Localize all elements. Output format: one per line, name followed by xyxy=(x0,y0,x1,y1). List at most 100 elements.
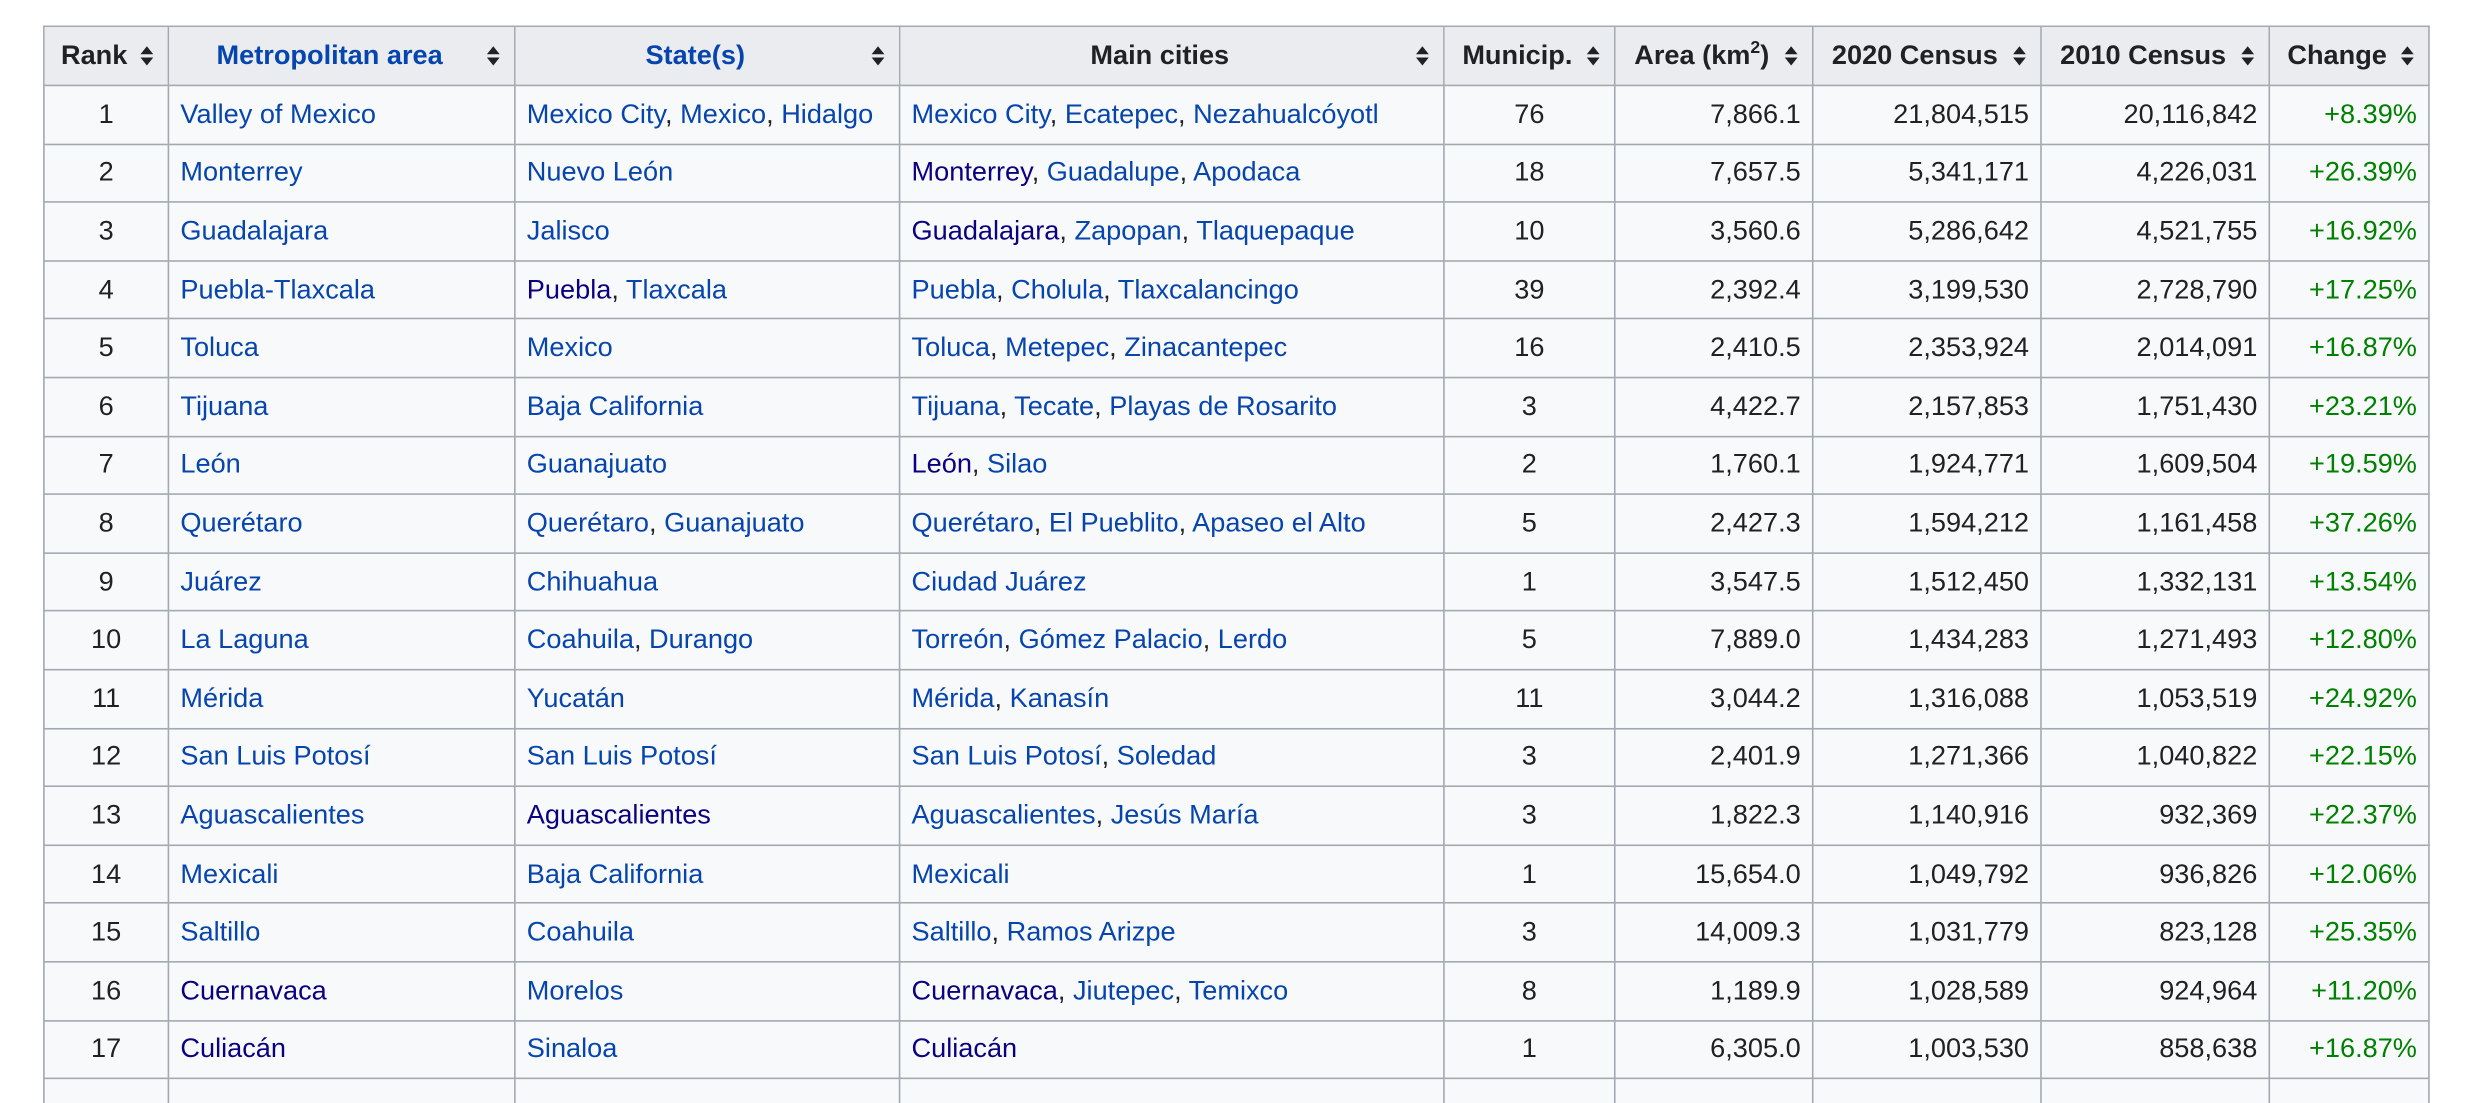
city-link[interactable]: Silao xyxy=(987,449,1047,479)
city-link[interactable]: Temixco xyxy=(1189,975,1289,1005)
city-link[interactable]: Ramos Arizpe xyxy=(1007,917,1176,947)
city-link[interactable]: Jesús María xyxy=(1111,800,1259,830)
column-header-2020-census[interactable]: 2020 Census xyxy=(1811,25,2042,87)
city-link[interactable]: Apaseo el Alto xyxy=(1192,508,1366,538)
state-link[interactable]: Coahuila xyxy=(527,917,634,947)
city-link[interactable]: Guadalajara xyxy=(912,215,1060,245)
sort-icon[interactable] xyxy=(2400,46,2414,66)
city-link[interactable]: Cuernavaca xyxy=(912,975,1058,1005)
city-link[interactable]: Saltillo xyxy=(912,917,992,947)
city-link[interactable]: Jiutepec xyxy=(1073,975,1174,1005)
state-link[interactable]: Guanajuato xyxy=(527,449,667,479)
state-link[interactable]: Baja California xyxy=(527,391,704,421)
metro-area-link[interactable]: Mexicali xyxy=(180,858,278,888)
metro-area-link[interactable]: Querétaro xyxy=(180,508,302,538)
state-link[interactable]: Durango xyxy=(649,624,753,654)
column-header-municip[interactable]: Municip. xyxy=(1443,25,1616,87)
metro-area-link[interactable]: Guadalajara xyxy=(180,215,328,245)
column-header-rank[interactable]: Rank xyxy=(43,25,170,87)
city-link[interactable]: El Pueblito xyxy=(1049,508,1179,538)
city-link[interactable]: Torreón xyxy=(912,624,1004,654)
city-link[interactable]: Apodaca xyxy=(1193,157,1300,187)
metro-area-link[interactable]: Monterrey xyxy=(180,157,302,187)
metro-area-link[interactable]: Cuernavaca xyxy=(180,975,326,1005)
sort-icon[interactable] xyxy=(1784,46,1798,66)
city-link[interactable]: Mexicali xyxy=(912,858,1010,888)
state-link[interactable]: Tlaxcala xyxy=(626,274,727,304)
sort-icon[interactable] xyxy=(2013,46,2026,66)
city-link[interactable]: Puebla xyxy=(912,274,997,304)
city-link[interactable]: Gómez Palacio xyxy=(1019,624,1203,654)
city-link[interactable]: Guadalupe xyxy=(1047,157,1180,187)
metro-area-link[interactable]: Tijuana xyxy=(180,391,268,421)
city-link[interactable]: Cholula xyxy=(1011,274,1103,304)
city-link[interactable]: Zapopan xyxy=(1075,215,1182,245)
sort-icon[interactable] xyxy=(871,46,885,66)
city-link[interactable]: Toluca xyxy=(912,332,990,362)
state-link[interactable]: Sinaloa xyxy=(527,1033,618,1063)
metro-area-link[interactable]: Valley of Mexico xyxy=(180,99,376,129)
sort-icon[interactable] xyxy=(1586,46,1600,66)
city-link[interactable]: Zinacantepec xyxy=(1124,332,1287,362)
sort-icon[interactable] xyxy=(140,46,154,66)
state-link[interactable]: Aguascalientes xyxy=(527,800,711,830)
column-header-main-cities[interactable]: Main cities xyxy=(898,25,1445,87)
column-header-states[interactable]: State(s) xyxy=(514,25,901,87)
header-link-metropolitan-area[interactable]: Metropolitan area xyxy=(217,40,443,70)
city-link[interactable]: Aguascalientes xyxy=(912,800,1096,830)
city-link[interactable]: Monterrey xyxy=(912,157,1032,187)
metro-area-link[interactable]: Toluca xyxy=(180,332,258,362)
sort-icon[interactable] xyxy=(2241,46,2255,66)
city-link[interactable]: Querétaro xyxy=(912,508,1034,538)
city-link[interactable]: Kanasín xyxy=(1010,683,1110,713)
metro-area-link[interactable]: San Luis Potosí xyxy=(180,741,370,771)
column-header-change[interactable]: Change xyxy=(2268,25,2430,87)
state-link[interactable]: Querétaro xyxy=(527,508,649,538)
city-link[interactable]: San Luis Potosí xyxy=(912,741,1102,771)
city-link[interactable]: Nezahualcóyotl xyxy=(1193,99,1379,129)
city-link[interactable]: Ciudad Juárez xyxy=(912,566,1087,596)
metro-area-link[interactable]: Puebla-Tlaxcala xyxy=(180,274,375,304)
city-link[interactable]: Tecate xyxy=(1014,391,1094,421)
state-link[interactable]: Puebla xyxy=(527,274,612,304)
metro-area-link[interactable]: Saltillo xyxy=(180,917,260,947)
state-link[interactable]: Guanajuato xyxy=(664,508,804,538)
state-link[interactable]: Coahuila xyxy=(527,624,634,654)
city-link[interactable]: Culiacán xyxy=(912,1033,1018,1063)
city-link[interactable]: Tijuana xyxy=(912,391,1000,421)
metro-area-link[interactable]: La Laguna xyxy=(180,624,308,654)
city-link[interactable]: Lerdo xyxy=(1218,624,1287,654)
column-header-2010-census[interactable]: 2010 Census xyxy=(2040,25,2271,87)
city-link[interactable]: Tlaquepaque xyxy=(1196,215,1354,245)
sort-icon[interactable] xyxy=(1416,46,1429,66)
city-link[interactable]: Mérida xyxy=(912,683,995,713)
state-link[interactable]: Mexico xyxy=(680,99,766,129)
state-link[interactable]: Hidalgo xyxy=(781,99,873,129)
column-header-area[interactable]: Area (km2) xyxy=(1613,25,1814,87)
header-link-states[interactable]: State(s) xyxy=(645,40,745,70)
state-link[interactable]: Morelos xyxy=(527,975,624,1005)
city-link[interactable]: Soledad xyxy=(1117,741,1217,771)
state-link[interactable]: Yucatán xyxy=(527,683,625,713)
separator: , xyxy=(649,507,665,538)
state-link[interactable]: Baja California xyxy=(527,858,704,888)
city-link[interactable]: Tlaxcalancingo xyxy=(1118,274,1299,304)
city-link[interactable]: Ecatepec xyxy=(1065,99,1178,129)
sort-icon[interactable] xyxy=(486,46,500,66)
metro-area-link[interactable]: León xyxy=(180,449,240,479)
state-link[interactable]: Chihuahua xyxy=(527,566,658,596)
state-link[interactable]: Jalisco xyxy=(527,215,610,245)
state-link[interactable]: Mexico xyxy=(527,332,613,362)
city-link[interactable]: Mexico City xyxy=(912,99,1050,129)
state-link[interactable]: San Luis Potosí xyxy=(527,741,717,771)
metro-area-link[interactable]: Juárez xyxy=(180,566,261,596)
city-link[interactable]: León xyxy=(912,449,972,479)
state-link[interactable]: Nuevo León xyxy=(527,157,673,187)
state-link[interactable]: Mexico City xyxy=(527,99,665,129)
metro-area-link[interactable]: Aguascalientes xyxy=(180,800,364,830)
city-link[interactable]: Playas de Rosarito xyxy=(1109,391,1337,421)
column-header-metropolitan-area[interactable]: Metropolitan area xyxy=(167,25,516,87)
city-link[interactable]: Metepec xyxy=(1005,332,1109,362)
metro-area-link[interactable]: Mérida xyxy=(180,683,263,713)
metro-area-link[interactable]: Culiacán xyxy=(180,1033,286,1063)
